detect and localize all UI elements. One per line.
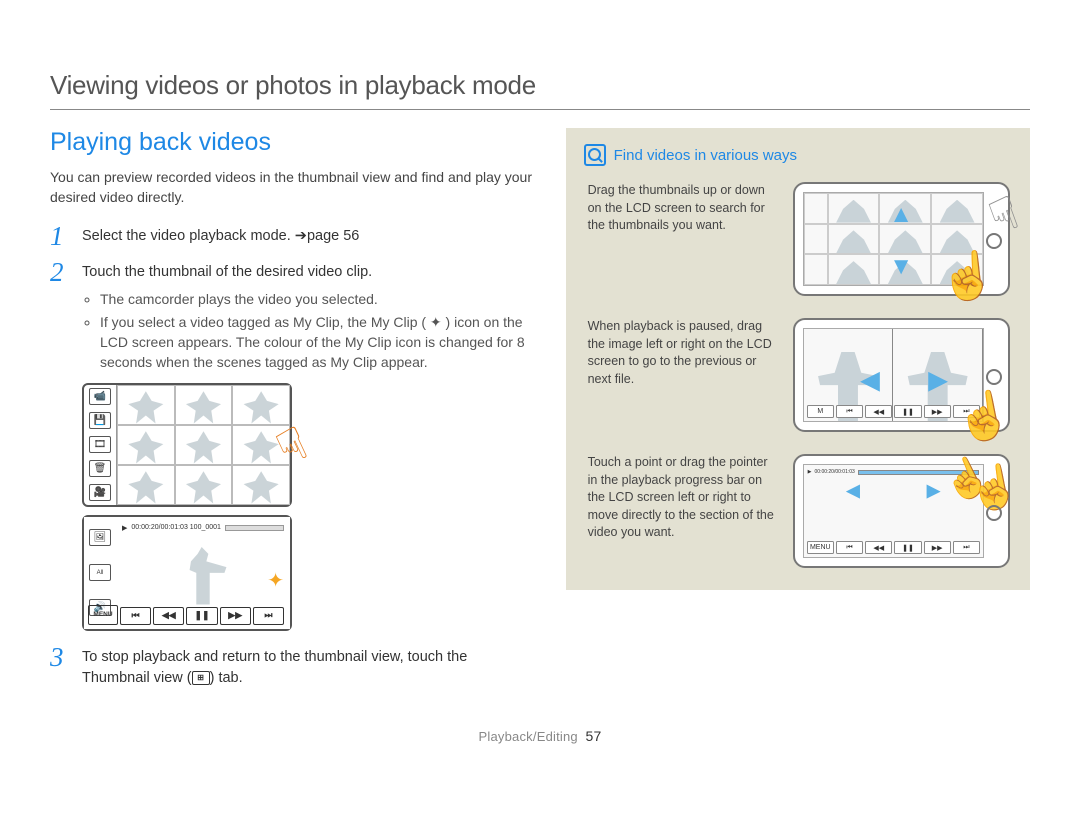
step-number: 1 [50,222,82,250]
trash-icon: 🗑 [89,460,111,477]
step-3: 3 To stop playback and return to the thu… [50,643,538,691]
tip-row: Touch a point or drag the pointer in the… [584,454,1010,568]
forward-button: ▶▶ [220,607,251,625]
storage-icon: 💾 [89,412,111,429]
my-clip-star-icon: ✦ [267,568,284,593]
hand-icon: ☟ [982,185,1027,245]
info-title: Find videos in various ways [614,147,797,164]
prev-button: ⏮ [120,607,151,625]
info-panel: Find videos in various ways Drag the thu… [566,128,1030,590]
menu-label: M [807,405,834,418]
thumbnail-view-icon: ⊞ [192,671,210,685]
camera-icon: 🎥 [89,484,111,501]
arrow-down-icon: ▼ [889,253,913,281]
step-text: To stop playback and return to the thumb… [82,643,538,691]
intro-text: You can preview recorded videos in the t… [50,167,538,208]
magnifier-icon [584,144,606,166]
tip-row: Drag the thumbnails up or down on the LC… [584,182,1010,296]
arrow-up-icon: ▲ [889,201,913,229]
step-1: 1 Select the video playback mode. ➔page … [50,222,538,250]
lcd-thumbnail-view: 📹 💾 🎞 🗑 🎥 [82,383,292,507]
photo-icon: 🖼 [89,529,111,546]
menu-button: MENU [88,605,118,625]
time-counter: 00:00:20/00:01:03 100_0001 [131,524,221,531]
device-illustration: ▲ ▼ ☟ ☝ [793,182,1010,296]
film-icon: 🎞 [89,436,111,453]
tip-text: When playback is paused, drag the image … [584,318,781,432]
pause-button: ❚❚ [186,607,217,625]
step-text: Select the video playback mode. ➔page 56 [82,222,359,250]
footer: Playback/Editing 57 [50,728,1030,744]
lcd-playback-view: 🖼 All 🔊 ▶ 00:00:20/00:01:03 100_0001 [82,515,292,631]
arrow-right-icon: ▶ [927,481,940,501]
device-illustration: ▶00:00:20/00:01:03 ◀ ▶ MENU ⏮◀◀❚❚▶▶⏭ ☝ [793,454,1010,568]
arrow-right-icon: ▶ [929,366,947,395]
section-subtitle: Playing back videos [50,128,538,157]
tip-text: Drag the thumbnails up or down on the LC… [584,182,781,296]
title-rule [50,109,1030,110]
device-illustration: ◀ ▶ M ⏮◀◀❚❚▶▶⏭ ☝ [793,318,1010,432]
rewind-button: ◀◀ [153,607,184,625]
page-title: Viewing videos or photos in playback mod… [50,70,1030,101]
all-label: All [89,564,111,581]
step-number: 3 [50,643,82,691]
step-text: Touch the thumbnail of the desired video… [82,264,372,280]
step-number: 2 [50,258,82,375]
play-indicator: ▶ [122,524,127,532]
page-number: 57 [585,728,601,744]
arrow-left-icon: ◀ [847,481,860,501]
next-button: ⏭ [253,607,284,625]
tip-text: Touch a point or drag the pointer in the… [584,454,781,568]
step-2: 2 Touch the thumbnail of the desired vid… [50,258,538,375]
bullet: The camcorder plays the video you select… [100,289,538,309]
tip-row: When playback is paused, drag the image … [584,318,1010,432]
bullet: If you select a video tagged as My Clip,… [100,312,538,373]
footer-section: Playback/Editing [479,729,578,744]
mode-icon: 📹 [89,388,111,405]
menu-label: MENU [807,541,834,554]
arrow-left-icon: ◀ [861,366,879,395]
